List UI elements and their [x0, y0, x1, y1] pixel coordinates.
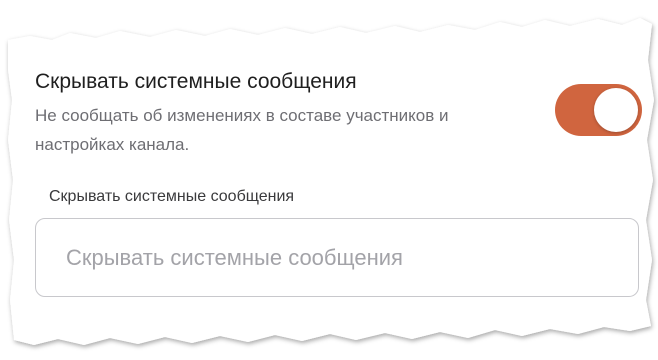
system-messages-input-box	[35, 218, 639, 297]
setting-description: Не сообщать об изменениях в составе учас…	[35, 106, 449, 154]
hide-system-messages-toggle[interactable]	[555, 84, 642, 136]
system-messages-input[interactable]	[66, 243, 606, 273]
settings-panel: Скрывать системные сообщения Не сообщать…	[0, 0, 658, 360]
toggle-knob	[594, 88, 638, 132]
field-label: Скрывать системные сообщения	[49, 188, 295, 205]
setting-title: Скрывать системные сообщения	[35, 70, 357, 93]
